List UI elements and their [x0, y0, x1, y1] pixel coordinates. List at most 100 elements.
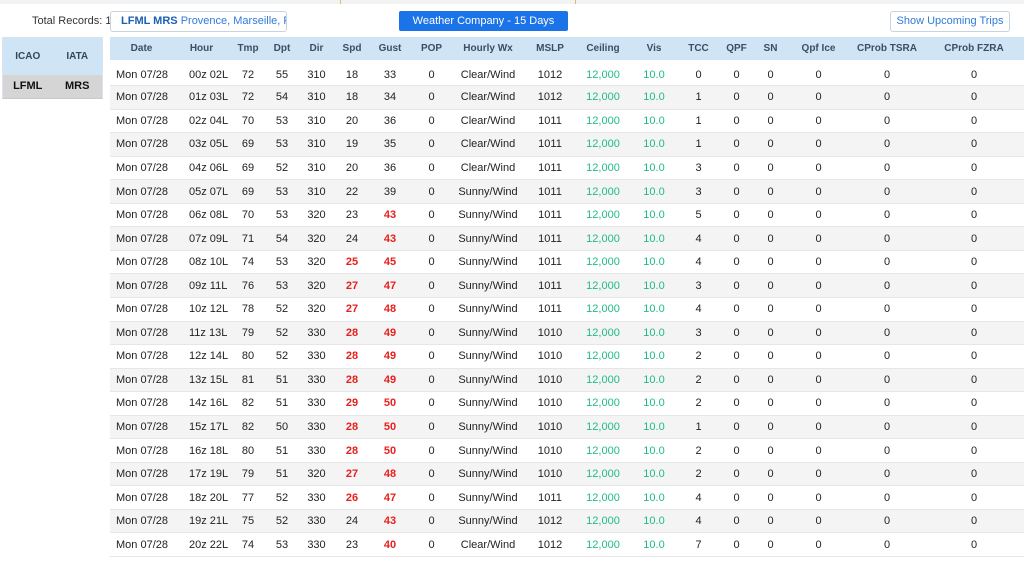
column-header-date[interactable]: Date [110, 37, 173, 63]
cell-cprob-tsra: 0 [850, 415, 924, 440]
cell-dir: 330 [298, 532, 335, 557]
table-row[interactable]: Mon 07/28 08z 10L 74 53 320 25 45 0 Sunny/Wind 10… [110, 250, 1024, 275]
show-upcoming-trips-button[interactable]: Show Upcoming Trips [890, 11, 1010, 32]
cell-hour: 00z 02L [173, 60, 230, 87]
column-header-mslp[interactable]: MSLP [524, 37, 576, 63]
table-row[interactable]: Mon 07/28 15z 17L 82 50 330 28 50 0 Sunny/Wind 10… [110, 415, 1024, 440]
cell-date: Mon 07/28 [110, 85, 173, 110]
cell-mslp: 1012 [524, 509, 576, 534]
table-row[interactable]: Mon 07/28 18z 20L 77 52 330 26 47 0 Sunny/Wind 10… [110, 485, 1024, 510]
table-row[interactable]: Mon 07/28 04z 06L 69 52 310 20 36 0 Clear/Wind 10… [110, 156, 1024, 181]
cell-cprob-fzra: 0 [924, 156, 1024, 181]
cell-sn: 0 [754, 85, 787, 110]
cell-gust: 50 [369, 391, 411, 416]
cell-vis: 10.0 [630, 226, 678, 251]
column-header-vis[interactable]: Vis [630, 37, 678, 63]
cell-pop: 0 [411, 485, 452, 510]
cell-mslp: 1012 [524, 532, 576, 557]
table-row[interactable]: Mon 07/28 11z 13L 79 52 330 28 49 0 Sunny/Wind 10… [110, 321, 1024, 346]
table-row[interactable]: Mon 07/28 14z 16L 82 51 330 29 50 0 Sunny/Wind 10… [110, 391, 1024, 416]
cell-qpf: 0 [719, 509, 754, 534]
cell-qpf-ice: 0 [787, 532, 850, 557]
table-row[interactable]: Mon 07/28 16z 18L 80 51 330 28 50 0 Sunny/Wind 10… [110, 438, 1024, 463]
cell-tcc: 1 [678, 109, 719, 134]
table-row[interactable]: Mon 07/28 13z 15L 81 51 330 28 49 0 Sunny/Wind 10… [110, 368, 1024, 393]
table-row[interactable]: Mon 07/28 19z 21L 75 52 330 24 43 0 Sunny/Wind 10… [110, 509, 1024, 534]
cell-date: Mon 07/28 [110, 132, 173, 157]
column-header-dir[interactable]: Dir [298, 37, 335, 63]
cell-ceiling: 12,000 [576, 250, 630, 275]
cell-mslp: 1010 [524, 391, 576, 416]
cell-sn: 0 [754, 156, 787, 181]
airport-table-header: ICAO IATA [3, 38, 102, 75]
cell-ceiling: 12,000 [576, 297, 630, 322]
cell-sn: 0 [754, 60, 787, 87]
cell-hour: 18z 20L [173, 485, 230, 510]
table-row[interactable]: Mon 07/28 12z 14L 80 52 330 28 49 0 Sunny/Wind 10… [110, 344, 1024, 369]
cell-hourly-wx: Sunny/Wind [452, 321, 524, 346]
table-row[interactable]: Mon 07/28 20z 22L 74 53 330 23 40 0 Clear/Wind 10… [110, 532, 1024, 557]
column-header-spd[interactable]: Spd [335, 37, 369, 63]
cell-ceiling: 12,000 [576, 60, 630, 87]
cell-date: Mon 07/28 [110, 391, 173, 416]
column-header-dpt[interactable]: Dpt [266, 37, 298, 63]
cell-cprob-fzra: 0 [924, 321, 1024, 346]
cell-date: Mon 07/28 [110, 321, 173, 346]
column-header-sn[interactable]: SN [754, 37, 787, 63]
cell-hourly-wx: Sunny/Wind [452, 368, 524, 393]
cell-dir: 310 [298, 109, 335, 134]
airport-row[interactable]: LFML MRS [3, 75, 102, 98]
column-header-ceiling[interactable]: Ceiling [576, 37, 630, 63]
cell-mslp: 1011 [524, 273, 576, 298]
cell-hour: 08z 10L [173, 250, 230, 275]
column-header-hourly-wx[interactable]: Hourly Wx [452, 37, 524, 63]
cell-tcc: 4 [678, 509, 719, 534]
cell-sn: 0 [754, 250, 787, 275]
table-row[interactable]: Mon 07/28 17z 19L 79 51 320 27 48 0 Sunny/Wind 10… [110, 462, 1024, 487]
cell-qpf-ice: 0 [787, 179, 850, 204]
cell-qpf: 0 [719, 250, 754, 275]
table-row[interactable]: Mon 07/28 00z 02L 72 55 310 18 33 0 Clear/Wind 10… [110, 60, 1024, 87]
cell-qpf-ice: 0 [787, 85, 850, 110]
weather-source-button[interactable]: Weather Company - 15 Days [399, 11, 568, 31]
cell-tcc: 2 [678, 368, 719, 393]
top-strip [0, 0, 1024, 4]
cell-gust: 48 [369, 462, 411, 487]
cell-cprob-fzra: 0 [924, 415, 1024, 440]
column-header-pop[interactable]: POP [411, 37, 452, 63]
cell-ceiling: 12,000 [576, 438, 630, 463]
cell-vis: 10.0 [630, 60, 678, 87]
table-row[interactable]: Mon 07/28 01z 03L 72 54 310 18 34 0 Clear/Wind 10… [110, 85, 1024, 110]
table-row[interactable]: Mon 07/28 09z 11L 76 53 320 27 47 0 Sunny/Wind 10… [110, 273, 1024, 298]
cell-qpf-ice: 0 [787, 297, 850, 322]
iata-header[interactable]: IATA [53, 38, 103, 75]
cell-cprob-tsra: 0 [850, 250, 924, 275]
icao-header[interactable]: ICAO [3, 38, 53, 75]
table-row[interactable]: Mon 07/28 06z 08L 70 53 320 23 43 0 Sunny/Wind 10… [110, 203, 1024, 228]
location-button[interactable]: LFML MRS Provence, Marseille, FR [110, 11, 287, 32]
cell-gust: 48 [369, 297, 411, 322]
column-header-tcc[interactable]: TCC [678, 37, 719, 63]
column-header-cprob-fzra[interactable]: CProb FZRA [924, 37, 1024, 63]
cell-pop: 0 [411, 273, 452, 298]
column-header-gust[interactable]: Gust [369, 37, 411, 63]
table-row[interactable]: Mon 07/28 10z 12L 78 52 320 27 48 0 Sunny/Wind 10… [110, 297, 1024, 322]
cell-hourly-wx: Sunny/Wind [452, 250, 524, 275]
table-row[interactable]: Mon 07/28 05z 07L 69 53 310 22 39 0 Sunny/Wind 10… [110, 179, 1024, 204]
column-header-qpf-ice[interactable]: Qpf Ice [787, 37, 850, 63]
cell-hourly-wx: Clear/Wind [452, 532, 524, 557]
table-row[interactable]: Mon 07/28 02z 04L 70 53 310 20 36 0 Clear/Wind 10… [110, 109, 1024, 134]
cell-hourly-wx: Sunny/Wind [452, 485, 524, 510]
table-row[interactable]: Mon 07/28 03z 05L 69 53 310 19 35 0 Clear/Wind 10… [110, 132, 1024, 157]
cell-spd: 28 [335, 321, 369, 346]
cell-hour: 15z 17L [173, 415, 230, 440]
cell-ceiling: 12,000 [576, 156, 630, 181]
column-header-qpf[interactable]: QPF [719, 37, 754, 63]
cell-qpf-ice: 0 [787, 485, 850, 510]
column-header-cprob-tsra[interactable]: CProb TSRA [850, 37, 924, 63]
cell-ceiling: 12,000 [576, 509, 630, 534]
table-row[interactable]: Mon 07/28 07z 09L 71 54 320 24 43 0 Sunny/Wind 10… [110, 226, 1024, 251]
column-header-tmp[interactable]: Tmp [230, 37, 266, 63]
cell-cprob-tsra: 0 [850, 462, 924, 487]
column-header-hour[interactable]: Hour [173, 37, 230, 63]
